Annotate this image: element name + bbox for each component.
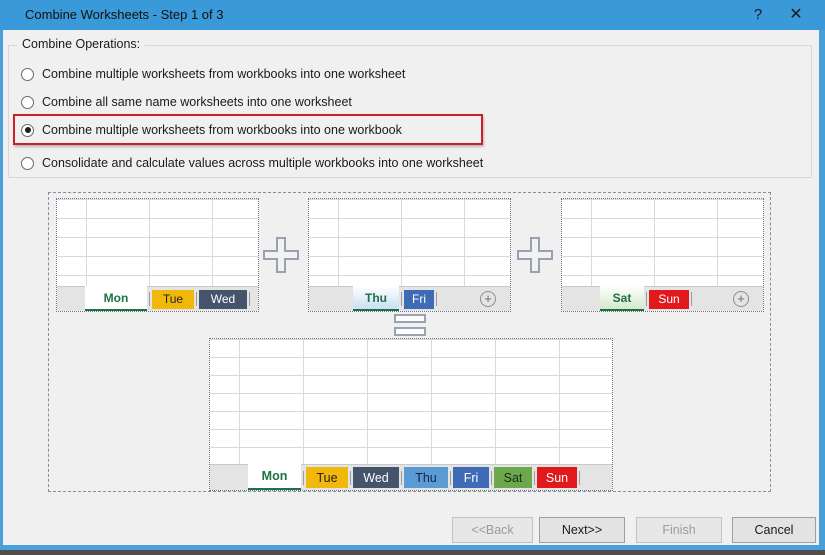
window-border-right [819,30,825,545]
window-border-left [0,30,3,545]
tab-divider [436,292,437,306]
plus-operator-icon [261,235,301,275]
sheet-tab-thu: Thu [404,467,448,488]
worksheet-grid [57,199,258,287]
tab-divider [579,471,580,485]
option-combine-into-one-worksheet[interactable]: Combine multiple worksheets from workboo… [21,66,405,82]
tab-divider [646,292,647,306]
tab-divider [249,292,250,306]
dialog-title: Combine Worksheets - Step 1 of 3 [25,0,223,30]
combine-illustration: Mon Tue Wed Thu Fri [48,192,771,492]
titlebar[interactable]: Combine Worksheets - Step 1 of 3 ? ✕ [0,0,825,30]
sheet-tab-tue: Tue [152,290,194,309]
sheet-tab-wed: Wed [199,290,247,309]
source-workbook-2: Thu Fri + [308,198,511,312]
tab-divider [303,471,304,485]
result-workbook: Mon Tue Wed Thu Fri Sat Sun [209,338,613,491]
sheet-tab-wed: Wed [353,467,399,488]
sheet-tab-sat: Sat [494,467,532,488]
cancel-button[interactable]: Cancel [732,517,816,543]
finish-button[interactable]: Finish [636,517,722,543]
worksheet-grid [309,199,510,287]
tab-divider [534,471,535,485]
next-button[interactable]: Next>> [539,517,625,543]
option-label: Consolidate and calculate values across … [42,156,483,170]
radio-unselected-icon[interactable] [21,157,34,170]
tab-divider [350,471,351,485]
source-workbook-1: Mon Tue Wed [56,198,259,312]
sheet-tabstrip: Mon Tue Wed Thu Fri Sat Sun [210,464,612,490]
combine-operations-group: Combine Operations: Combine multiple wor… [8,45,812,178]
equals-operator-icon [394,314,428,340]
sheet-tabstrip: Thu Fri + [309,286,510,311]
option-label: Combine all same name worksheets into on… [42,95,352,109]
sheet-tab-fri: Fri [453,467,489,488]
dialog-body: Combine Operations: Combine multiple wor… [3,30,819,545]
radio-unselected-icon[interactable] [21,68,34,81]
option-combine-same-name-worksheets[interactable]: Combine all same name worksheets into on… [21,94,352,110]
tab-divider [401,292,402,306]
worksheet-grid [562,199,763,287]
window-shadow-strip [0,550,825,555]
add-sheet-icon: + [480,291,496,307]
option-label: Combine multiple worksheets from workboo… [42,123,402,137]
back-button[interactable]: <<Back [452,517,533,543]
option-label: Combine multiple worksheets from workboo… [42,67,405,81]
sheet-tab-sat: Sat [600,286,644,311]
sheet-tab-fri: Fri [404,290,434,309]
tab-divider [149,292,150,306]
help-icon[interactable]: ? [749,0,767,30]
radio-selected-icon[interactable] [21,124,34,137]
sheet-tab-sun: Sun [649,290,689,309]
source-workbook-3: Sat Sun + [561,198,764,312]
plus-operator-icon [515,235,555,275]
option-consolidate-calculate[interactable]: Consolidate and calculate values across … [21,155,483,171]
combine-worksheets-dialog: Combine Worksheets - Step 1 of 3 ? ✕ Com… [0,0,825,555]
group-label: Combine Operations: [17,37,145,51]
radio-unselected-icon[interactable] [21,96,34,109]
close-icon[interactable]: ✕ [787,0,805,30]
sheet-tabstrip: Mon Tue Wed [57,286,258,311]
worksheet-grid [210,339,612,465]
sheet-tabstrip: Sat Sun + [562,286,763,311]
tab-divider [691,292,692,306]
sheet-tab-thu: Thu [353,286,399,311]
tab-divider [450,471,451,485]
sheet-tab-sun: Sun [537,467,577,488]
sheet-tab-tue: Tue [306,467,348,488]
tab-divider [491,471,492,485]
sheet-tab-mon: Mon [248,464,301,490]
sheet-tab-mon: Mon [85,286,147,311]
tab-divider [196,292,197,306]
add-sheet-icon: + [733,291,749,307]
option-combine-into-one-workbook[interactable]: Combine multiple worksheets from workboo… [21,122,402,138]
tab-divider [401,471,402,485]
